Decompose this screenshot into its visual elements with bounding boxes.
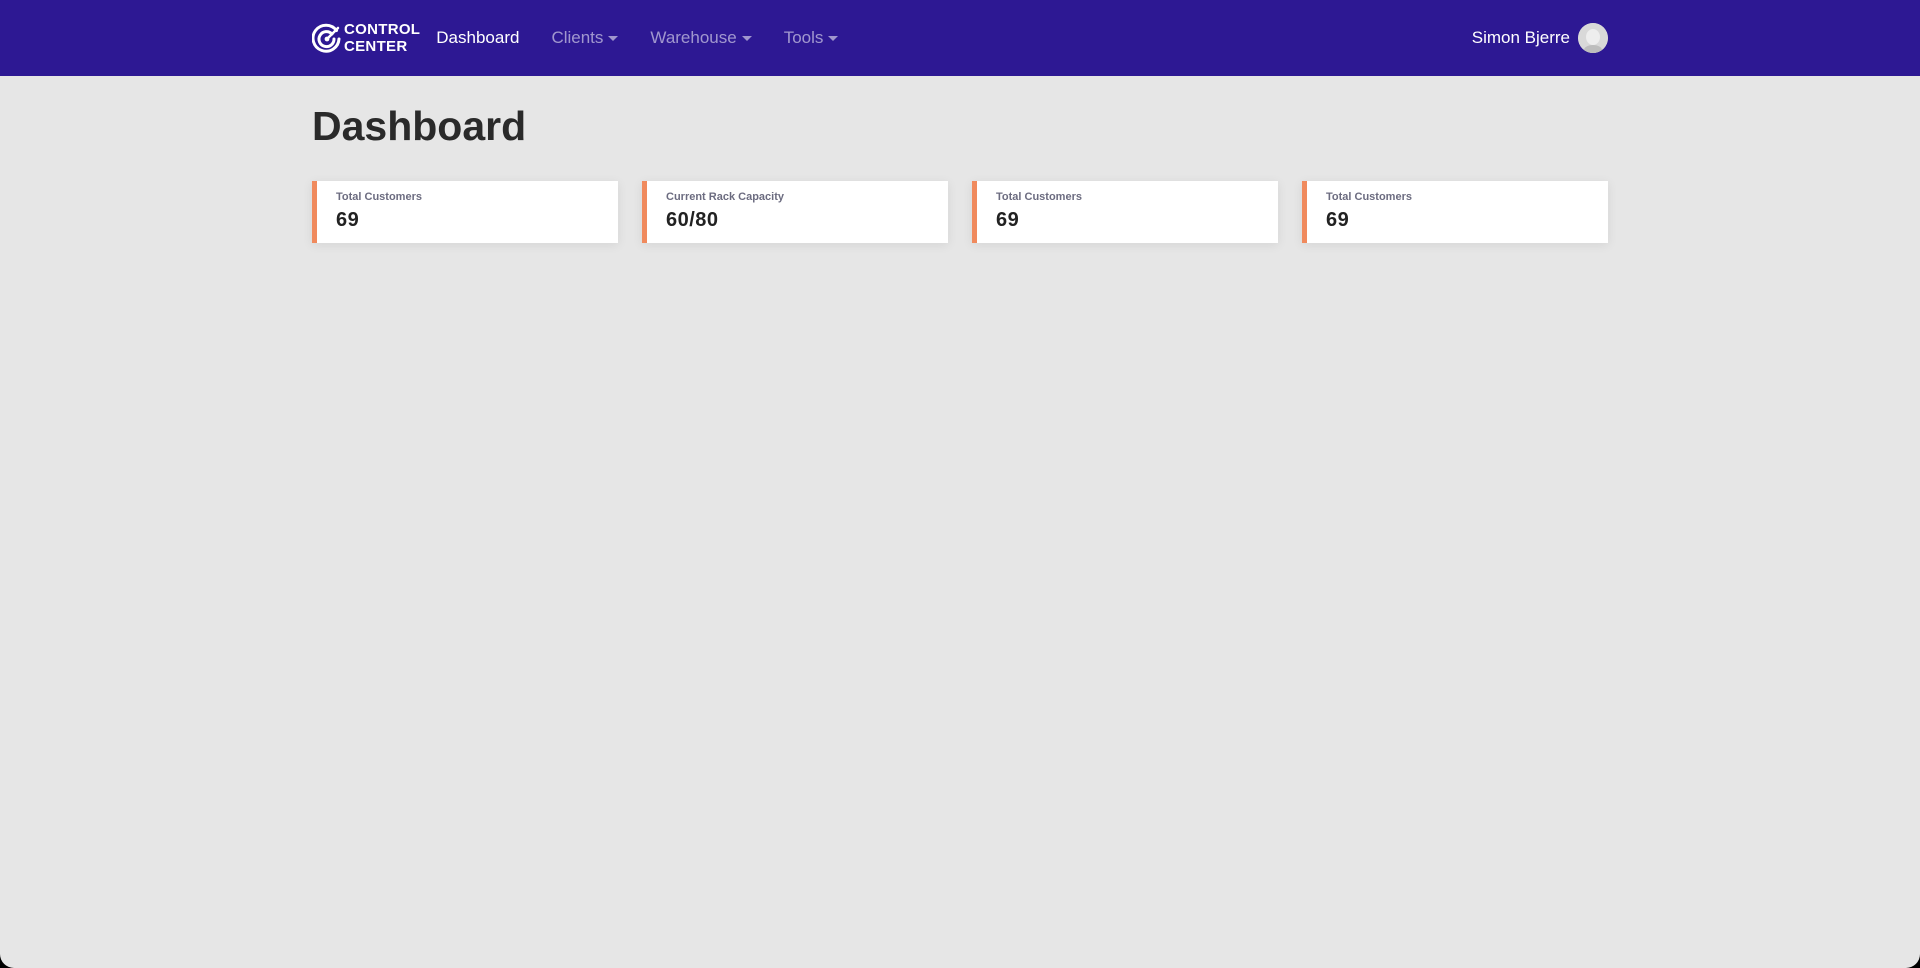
brand-link[interactable]: CONTROL CENTER	[312, 21, 420, 55]
nav-links: Dashboard Clients Warehouse Tools	[436, 28, 870, 48]
brand-line-2: CENTER	[344, 38, 408, 55]
nav-item-warehouse-dropdown[interactable]: Warehouse	[650, 28, 752, 48]
stat-card: Current Rack Capacity 60/80	[642, 181, 948, 243]
main-content: Dashboard Total Customers 69 Current Rac…	[312, 76, 1608, 243]
stat-card-label: Total Customers	[1326, 191, 1412, 203]
user-name: Simon Bjerre	[1471, 28, 1570, 47]
nav-item-label: Tools	[783, 28, 824, 47]
stat-card-value: 69	[996, 209, 1020, 231]
caret-down-icon	[741, 35, 752, 41]
stat-card: Total Customers 69	[312, 181, 618, 243]
target-c-logo-icon	[312, 23, 341, 53]
nav-item-dashboard[interactable]: Dashboard	[436, 28, 519, 48]
stat-card-value: 60/80	[666, 209, 719, 231]
user-menu[interactable]: Simon Bjerre	[1472, 23, 1608, 53]
user-avatar-icon	[1578, 23, 1608, 53]
avatar-silhouette-icon	[1578, 23, 1608, 53]
stat-card: Total Customers 69	[1302, 181, 1608, 243]
stat-card-value: 69	[1326, 209, 1350, 231]
brand-line-1: CONTROL	[344, 21, 421, 38]
nav-item-label: Warehouse	[650, 28, 737, 47]
nav-item-clients-dropdown[interactable]: Clients	[551, 28, 619, 48]
stat-card-value: 69	[336, 209, 360, 231]
nav-item-tools-dropdown[interactable]: Tools	[784, 28, 839, 48]
nav-item-label: Clients	[551, 28, 604, 47]
stat-card-label: Current Rack Capacity	[666, 191, 784, 203]
stat-cards: Total Customers 69 Current Rack Capacity…	[312, 181, 1608, 243]
brand-text: CONTROL CENTER	[344, 21, 420, 55]
stat-card-label: Total Customers	[996, 191, 1082, 203]
caret-down-icon	[828, 35, 839, 41]
navbar-container: CONTROL CENTER Dashboard Clients Warehou…	[312, 0, 1608, 76]
stat-card-label: Total Customers	[336, 191, 422, 203]
top-navbar: CONTROL CENTER Dashboard Clients Warehou…	[0, 0, 1920, 76]
page-title: Dashboard	[312, 103, 527, 149]
nav-item-label: Dashboard	[436, 28, 520, 47]
caret-down-icon	[608, 35, 619, 41]
app-window: CONTROL CENTER Dashboard Clients Warehou…	[0, 0, 1920, 968]
stat-card: Total Customers 69	[972, 181, 1278, 243]
